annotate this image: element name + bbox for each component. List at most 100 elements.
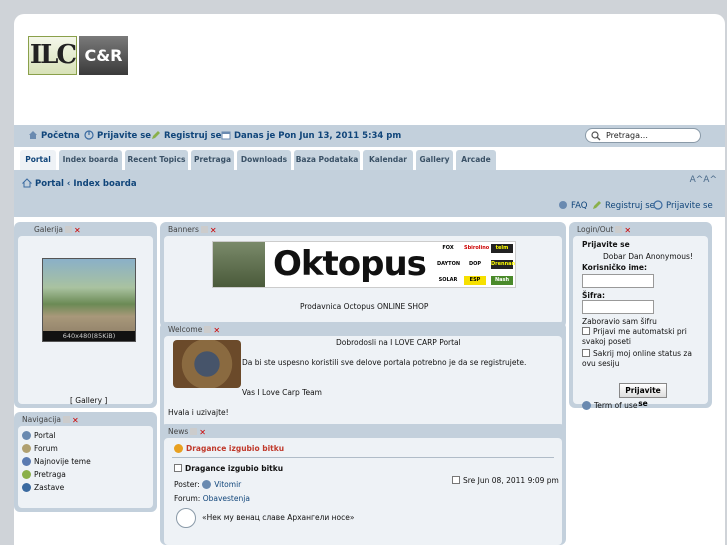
search-icon [22, 470, 31, 479]
login-title: Login/Out ✕ [577, 225, 632, 235]
post-icon [452, 476, 460, 484]
tab-portal[interactable]: Portal [20, 150, 56, 170]
breadcrumb[interactable]: Portal ‹ Index boarda [22, 178, 137, 189]
minimize-icon[interactable] [204, 326, 212, 333]
register-link-2[interactable]: Registruj se [592, 200, 655, 211]
tab-pretraga[interactable]: Pretraga [191, 150, 234, 170]
password-label: Šifra: [582, 291, 605, 300]
date-label: Danas je Pon Jun 13, 2011 5:34 pm [234, 131, 402, 141]
news-post-title[interactable]: Dragance izgubio bitku [174, 464, 283, 473]
auto-login-checkbox[interactable] [582, 327, 590, 335]
pencil-icon [593, 201, 601, 209]
calendar-icon [221, 131, 231, 140]
gallery-title: Galerija ✕ [34, 225, 81, 235]
post-icon [174, 464, 182, 472]
power-icon [84, 130, 94, 140]
username-label: Korisničko ime: [582, 263, 647, 272]
poster-link[interactable]: Vitomir [214, 480, 241, 489]
page: ILC C&R Početna Prijavite se Registruj s… [14, 14, 725, 545]
site-logo[interactable]: ILC C&R [28, 36, 128, 75]
user-icon [202, 480, 212, 489]
nav-item-pretraga[interactable]: Pretraga [22, 470, 66, 479]
navigation-body: Portal Forum Najnovije teme Pretraga Zas… [18, 426, 153, 508]
login-button[interactable]: Prijavite se [619, 383, 667, 408]
close-icon[interactable]: ✕ [72, 416, 79, 425]
username-field[interactable] [582, 274, 654, 288]
logo-esp: ESP [464, 276, 486, 285]
forgot-link[interactable]: Zaboravio sam šifru [582, 317, 657, 326]
minimize-icon[interactable] [64, 226, 72, 233]
logo-ilc: ILC [28, 36, 77, 75]
logo-telm: telm [491, 244, 513, 253]
gallery-link[interactable]: [ Gallery ] [70, 396, 107, 405]
banners-body: Oktopus FOX Sbirolino telm DAYTON DOP Dr… [164, 236, 562, 324]
nav-item-najnovije[interactable]: Najnovije teme [22, 457, 91, 466]
portal-icon [22, 431, 31, 440]
close-icon[interactable]: ✕ [213, 326, 220, 335]
tab-index-boarda[interactable]: Index boarda [59, 150, 122, 170]
home-label: Početna [41, 131, 80, 141]
top-navbar: Početna Prijavite se Registruj se Danas … [14, 125, 725, 147]
minimize-icon[interactable] [62, 416, 70, 423]
login-link[interactable]: Prijavite se [84, 130, 151, 141]
help-icon [559, 201, 567, 209]
breadcrumb-text: Portal ‹ Index boarda [35, 179, 137, 189]
news-headline[interactable]: Dragance izgubio bitku [174, 444, 284, 453]
breadcrumb-bar: Portal ‹ Index boarda A^A^ FAQ Registruj… [14, 170, 725, 217]
close-icon[interactable]: ✕ [210, 226, 217, 235]
close-icon[interactable]: ✕ [74, 226, 81, 235]
pencil-icon [152, 131, 160, 139]
login-heading: Prijavite se [582, 240, 630, 249]
nav-item-portal[interactable]: Portal [22, 431, 56, 440]
hide-status-checkbox[interactable] [582, 349, 590, 357]
login-label-2: Prijavite se [666, 201, 713, 211]
login-link-2[interactable]: Prijavite se [653, 200, 713, 211]
collapse-icon[interactable]: A^A^ [690, 175, 717, 185]
gallery-panel: Galerija ✕ 640x480(85KiB) [ Gallery ] [14, 222, 157, 408]
logo-nash: Nash [491, 276, 513, 285]
banner-caption: Prodavnica Octopus ONLINE SHOP [300, 302, 429, 311]
logo-ilc-text: ILC [29, 40, 77, 70]
forum-link[interactable]: Obavestenja [203, 494, 250, 503]
faq-label: FAQ [571, 201, 588, 211]
date-display: Danas je Pon Jun 13, 2011 5:34 pm [221, 130, 401, 141]
news-title: News ✕ [168, 427, 206, 437]
terms-link[interactable]: Term of use [582, 401, 637, 410]
close-icon[interactable]: ✕ [624, 226, 631, 235]
password-field[interactable] [582, 300, 654, 314]
banner-photo [213, 242, 265, 287]
login-panel: Login/Out ✕ Prijavite se Dobar Dan Anonym… [569, 222, 712, 410]
gallery-photo[interactable]: 640x480(85KiB) [42, 258, 136, 342]
close-icon[interactable]: ✕ [199, 428, 206, 437]
oktopus-banner[interactable]: Oktopus FOX Sbirolino telm DAYTON DOP Dr… [212, 241, 516, 288]
news-body: Dragance izgubio bitku Dragance izgubio … [164, 438, 562, 545]
banner-brand: Oktopus [273, 244, 427, 284]
auto-login-row[interactable]: Prijavi me automatski pri svakoj poseti [582, 327, 704, 347]
tab-arcade[interactable]: Arcade [456, 150, 496, 170]
banner-logos: FOX Sbirolino telm DAYTON DOP Drennan SO… [437, 244, 515, 285]
welcome-line3: Hvala i uzivajte! [168, 408, 229, 417]
minimize-icon[interactable] [190, 428, 198, 435]
search-input[interactable]: Pretraga… [585, 128, 701, 143]
register-label: Registruj se [164, 131, 222, 141]
minimize-icon[interactable] [615, 226, 623, 233]
hide-status-row[interactable]: Sakrij moj online status za ovu sesiju [582, 349, 704, 369]
topics-icon [22, 457, 31, 466]
logo-sbirolino: Sbirolino [464, 244, 490, 253]
register-link[interactable]: Registruj se [151, 130, 221, 141]
tab-downloads[interactable]: Downloads [237, 150, 291, 170]
tab-kalendar[interactable]: Kalendar [363, 150, 413, 170]
login-greeting: Dobar Dan Anonymous! [603, 252, 693, 261]
logo-dop: DOP [464, 260, 486, 269]
tab-recent-topics[interactable]: Recent Topics [125, 150, 188, 170]
minimize-icon[interactable] [200, 226, 208, 233]
banners-panel: Banners ✕ Oktopus FOX Sbirolino telm DAYT… [160, 222, 566, 328]
tab-gallery[interactable]: Gallery [416, 150, 453, 170]
nav-item-forum[interactable]: Forum [22, 444, 58, 453]
home-link[interactable]: Početna [28, 130, 80, 141]
logo-fox: FOX [437, 244, 459, 253]
nav-item-zastave[interactable]: Zastave [22, 483, 64, 492]
photo-caption: 640x480(85KiB) [43, 331, 135, 341]
faq-link[interactable]: FAQ [558, 200, 587, 211]
tab-baza-podataka[interactable]: Baza Podataka [294, 150, 360, 170]
